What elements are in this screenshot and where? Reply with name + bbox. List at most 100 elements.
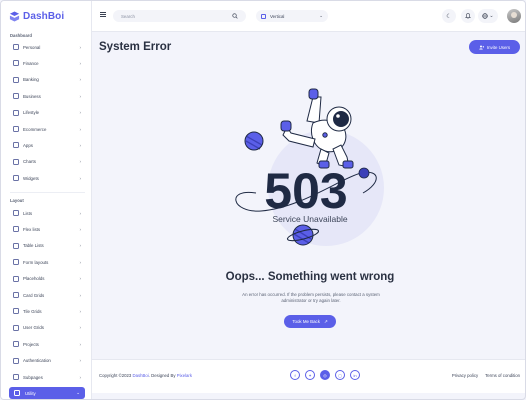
terms-link[interactable]: Terms of condition [485, 373, 520, 378]
sidebar-item-lifestyle[interactable]: Lifestyle › [13, 108, 81, 118]
sidebar-item-authentication[interactable]: Authentication › [13, 356, 81, 366]
section-title-dashboard: Dashboard [10, 33, 32, 38]
chevron-right-icon: › [79, 93, 82, 99]
logo[interactable]: DashBoi [9, 9, 64, 23]
invite-users-button[interactable]: Invite Users [469, 40, 520, 54]
sidebar-divider [10, 192, 85, 193]
back-button-label: Took Me Back [292, 319, 320, 324]
sidebar-item-widgets[interactable]: Widgets › [13, 173, 81, 183]
sidebar-item-label: Table Lists [23, 243, 44, 249]
search-placeholder: Search [121, 13, 135, 19]
sidebar-item-label: Finance [23, 60, 39, 66]
sidebar-item-label: User Grids [23, 325, 44, 331]
sidebar-item-placeholds[interactable]: Placeholds › [13, 274, 81, 284]
pie-icon [13, 158, 19, 165]
user-plus-icon [479, 45, 484, 49]
chevron-down-icon: ⌄ [319, 13, 323, 18]
brand-name: DashBoi [23, 10, 65, 22]
list-icon [13, 210, 19, 216]
sidebar-item-utility[interactable]: Utility ⌄ [9, 387, 85, 399]
sidebar-item-projects[interactable]: Projects › [13, 339, 81, 349]
sidebar-item-label: Lists [23, 210, 33, 216]
dribbble-icon[interactable]: ◎ [320, 370, 330, 380]
widget-icon [13, 175, 19, 182]
theme-toggle-button[interactable]: ☾ [442, 9, 456, 23]
footer-links: Privacy policy Terms of condition [452, 373, 520, 378]
chevron-right-icon: › [79, 243, 82, 249]
sidebar-item-finance[interactable]: Finance › [13, 58, 81, 68]
chevron-right-icon: › [79, 325, 82, 331]
language-button[interactable]: ⌄ [478, 9, 498, 23]
planet-left [244, 131, 264, 151]
app-window: DashBoi Dashboard Personal › Finance › Banki… [0, 0, 526, 400]
search-input[interactable]: Search [113, 10, 246, 22]
sidebar-item-personal[interactable]: Personal › [13, 42, 81, 52]
sidebar-item-label: Business [23, 93, 41, 99]
sidebar-item-label: Ecommerce [23, 126, 47, 132]
sidebar-item-banking[interactable]: Banking › [13, 75, 81, 85]
chevron-right-icon: › [79, 226, 82, 232]
card-icon [13, 76, 19, 83]
chevron-right-icon: › [79, 126, 82, 132]
sidebar-item-subpages[interactable]: Subpages › [13, 372, 81, 382]
chevron-right-icon: › [79, 159, 82, 165]
privacy-policy-link[interactable]: Privacy policy [452, 373, 478, 378]
sidebar-item-flex-lists[interactable]: Flex lists › [13, 224, 81, 234]
invite-users-label: Invite Users [486, 44, 511, 50]
sidebar-item-form-layouts[interactable]: Form layouts › [13, 257, 81, 267]
sidebar-item-label: Placeholds [23, 276, 45, 282]
bell-icon [465, 13, 471, 19]
table-icon [13, 242, 19, 249]
linkedin-icon[interactable]: in [350, 370, 360, 380]
chevron-right-icon: › [79, 292, 82, 298]
error-description: An error has occurred. If the problem pe… [242, 292, 380, 304]
chevron-down-icon: ⌄ [489, 13, 494, 19]
section-title-layout: Layout [10, 198, 24, 203]
cart-icon [13, 126, 19, 132]
footer: Copyright ©2023 DashBoi. Designed By Pix… [92, 359, 525, 393]
logo-icon [9, 10, 20, 22]
instagram-icon[interactable]: ◻ [335, 370, 345, 380]
flex-icon [13, 226, 19, 233]
chevron-right-icon: › [79, 276, 82, 282]
social-links: f ✦ ◎ ◻ in [290, 370, 360, 380]
sidebar-item-label: Flex lists [23, 226, 41, 232]
lock-icon [13, 357, 19, 364]
sidebar-item-card-grids[interactable]: Card Grids › [13, 290, 81, 300]
facebook-icon[interactable]: f [290, 370, 300, 380]
layout-select[interactable]: Vertical ⌄ [256, 10, 328, 22]
designer-link[interactable]: Pixelark [177, 373, 192, 378]
error-illustration: 503 Service Unavailable [235, 88, 384, 246]
sidebar-item-label: Utility [25, 390, 36, 396]
sidebar-item-lists[interactable]: Lists › [13, 208, 81, 218]
notifications-button[interactable] [461, 9, 475, 23]
users-icon [13, 324, 19, 331]
sidebar-item-apps[interactable]: Apps › [13, 140, 81, 150]
chart-icon [13, 60, 19, 67]
sidebar-item-table-lists[interactable]: Table Lists › [13, 241, 81, 251]
sidebar-item-label: Banking [23, 77, 39, 83]
tiles-icon [13, 308, 19, 315]
hamburger-icon[interactable] [100, 12, 106, 18]
sidebar-item-user-grids[interactable]: User Grids › [13, 323, 81, 333]
moon-icon: ☾ [446, 13, 452, 20]
sidebar-item-business[interactable]: Business › [13, 91, 81, 101]
error-code: 503 [264, 163, 347, 219]
chevron-right-icon: › [79, 210, 82, 216]
copyright-brand-link[interactable]: DashBoi [133, 373, 149, 378]
search-icon [232, 13, 238, 19]
copyright: Copyright ©2023 DashBoi. Designed By Pix… [99, 373, 193, 378]
avatar[interactable] [507, 9, 521, 23]
sidebar-item-charts[interactable]: Charts › [13, 157, 81, 167]
sidebar-item-ecommerce[interactable]: Ecommerce › [13, 124, 81, 134]
form-icon [13, 259, 19, 266]
chevron-right-icon: › [79, 142, 82, 148]
sidebar-item-tile-grids[interactable]: Tile Grids › [13, 306, 81, 316]
chevron-right-icon: › [79, 60, 82, 66]
twitter-icon[interactable]: ✦ [305, 370, 315, 380]
grid-icon [13, 142, 19, 149]
chevron-right-icon: › [79, 175, 82, 181]
back-button[interactable]: Took Me Back ↗ [284, 315, 336, 328]
sidebar-item-label: Subpages [23, 374, 43, 380]
heart-icon [13, 109, 19, 116]
